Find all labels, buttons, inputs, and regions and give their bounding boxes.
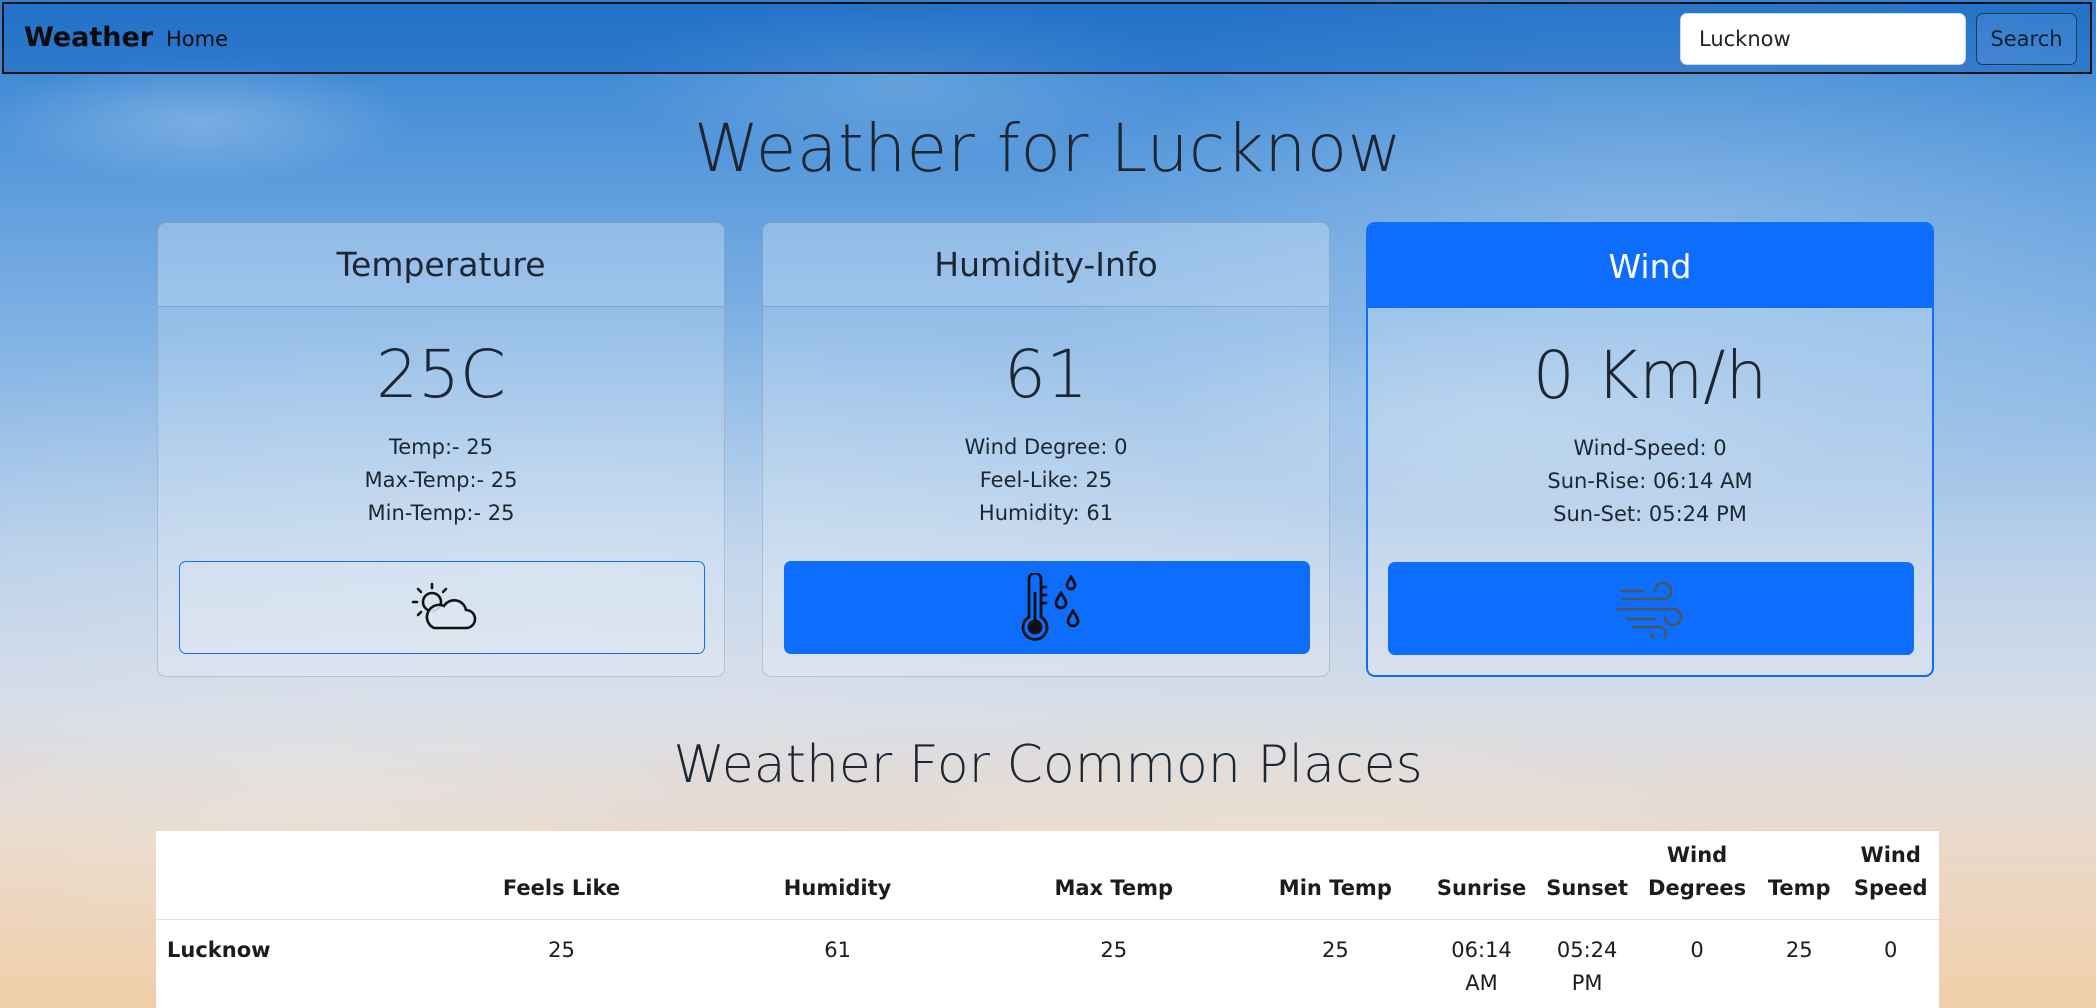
detail-line: Sun-Set: 05:24 PM — [1553, 502, 1747, 526]
column-header: Max Temp — [983, 831, 1244, 920]
column-header: Temp — [1756, 831, 1843, 920]
detail-line: Temp:- 25 — [388, 435, 493, 459]
column-header: Wind Degrees — [1638, 831, 1757, 920]
card-details: Temp:- 25 Max-Temp:- 25 Min-Temp:- 25 — [158, 431, 724, 530]
partly-cloudy-icon — [411, 582, 477, 629]
section-title: Weather For Common Places — [673, 735, 1423, 795]
card-header: Temperature — [158, 223, 724, 307]
wind-icon-button[interactable] — [1388, 562, 1914, 655]
detail-line: Humidity: 61 — [978, 501, 1114, 525]
column-header: Wind Speed — [1842, 831, 1939, 920]
thermometer-drops-icon — [1021, 572, 1080, 641]
detail-line: Wind Degree: 0 — [964, 435, 1128, 459]
detail-line: Max-Temp:- 25 — [364, 468, 518, 492]
temperature-icon-button[interactable] — [179, 561, 705, 654]
humidity-card: Humidity-Info 61 Wind Degree: 0 Feel-Lik… — [762, 222, 1330, 677]
search-input[interactable] — [1680, 13, 1966, 65]
temperature-card: Temperature 25C Temp:- 25 Max-Temp:- 25 … — [157, 222, 725, 677]
table-cell: 61 — [824, 938, 851, 962]
nav-link-home[interactable]: Home — [166, 27, 228, 51]
table-cell: 25 — [548, 938, 575, 962]
common-places-table: Feels Like Humidity Max Temp Min Temp Su… — [156, 831, 1939, 1008]
card-details: Wind-Speed: 0 Sun-Rise: 06:14 AM Sun-Set… — [1368, 432, 1932, 531]
card-details: Wind Degree: 0 Feel-Like: 25 Humidity: 6… — [763, 431, 1329, 530]
column-header: Humidity — [691, 831, 984, 920]
card-header: Humidity-Info — [763, 223, 1329, 307]
table-cell: 25 — [1785, 938, 1813, 962]
weather-table: Feels Like Humidity Max Temp Min Temp Su… — [156, 831, 1939, 1000]
detail-line: Min-Temp:- 25 — [367, 501, 515, 525]
wind-card: Wind 0 Km/h Wind-Speed: 0 Sun-Rise: 06:1… — [1366, 222, 1934, 677]
humidity-value: 61 — [1004, 336, 1088, 413]
wind-icon — [1615, 581, 1683, 639]
column-header: Sunrise — [1426, 831, 1537, 920]
table-cell: 25 — [1100, 938, 1128, 962]
table-cell-place: Lucknow — [167, 938, 271, 962]
table-cell: 06:14 AM — [1451, 938, 1512, 995]
table-header-row: Feels Like Humidity Max Temp Min Temp Su… — [156, 831, 1939, 920]
table-row: Lucknow 25 61 25 25 06:14 AM 05:24 PM 0 … — [156, 920, 1939, 1001]
search-button[interactable]: Search — [1976, 13, 2077, 65]
table-cell: 0 — [1884, 938, 1898, 962]
column-header: Sunset — [1536, 831, 1639, 920]
column-header: Feels Like — [431, 831, 692, 920]
wind-value: 0 Km/h — [1532, 337, 1768, 414]
detail-line: Wind-Speed: 0 — [1573, 436, 1727, 460]
humidity-icon-button[interactable] — [784, 561, 1310, 654]
detail-line: Feel-Like: 25 — [979, 468, 1113, 492]
table-cell: 0 — [1690, 938, 1704, 962]
brand-logo[interactable]: Weather — [24, 22, 153, 53]
detail-line: Sun-Rise: 06:14 AM — [1547, 469, 1753, 493]
card-header: Wind — [1368, 224, 1932, 308]
temperature-value: 25C — [375, 336, 507, 413]
table-cell: 25 — [1321, 938, 1349, 962]
table-cell: 05:24 PM — [1556, 938, 1618, 995]
column-header: Min Temp — [1243, 831, 1427, 920]
page-title: Weather for Lucknow — [693, 110, 1403, 187]
column-header — [156, 831, 432, 920]
navbar: Weather Home Search — [2, 2, 2092, 74]
